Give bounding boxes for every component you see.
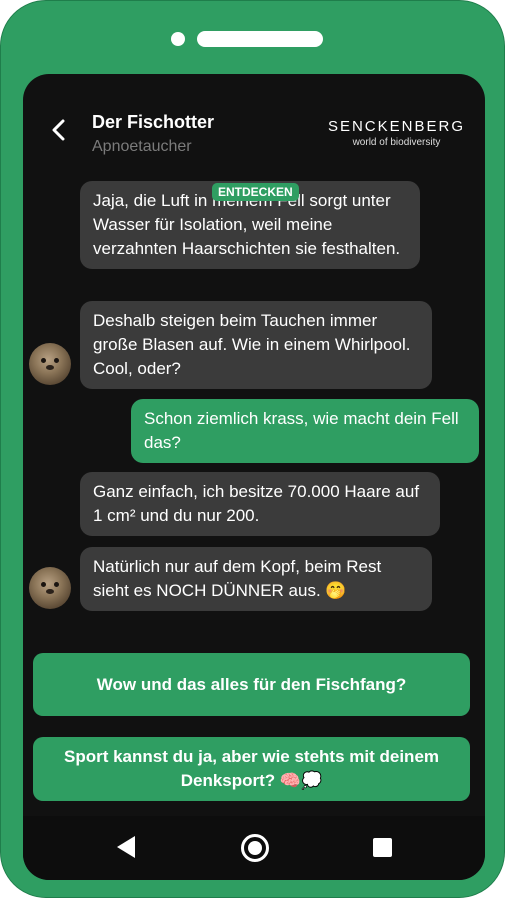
- avatar-eye: [41, 358, 46, 363]
- emoji-hand-over-mouth-icon: 🤭: [325, 581, 347, 601]
- reply-choice-button[interactable]: Sport kannst du ja, aber wie stehts mit …: [33, 737, 470, 801]
- message-text: Schon ziemlich krass, wie macht dein Fel…: [144, 409, 459, 452]
- message-bubble: Natürlich nur auf dem Kopf, beim Rest si…: [80, 547, 432, 611]
- message-bubble: Deshalb steigen beim Tauchen immer große…: [80, 301, 432, 389]
- speaker-grille: [197, 31, 323, 47]
- phone-frame: Der Fischotter Apnoetaucher SENCKENBERG …: [0, 0, 505, 898]
- message-text: Jaja, die Luft in meinem Fell sorgt unte…: [93, 191, 401, 258]
- navigation-bar: [23, 816, 485, 880]
- avatar-eye: [41, 582, 46, 587]
- reply-choice-text: Sport kannst du ja, aber wie stehts mit …: [63, 747, 440, 791]
- front-camera: [171, 32, 185, 46]
- avatar-eye: [54, 582, 59, 587]
- chevron-left-icon[interactable]: [47, 118, 71, 142]
- message-bubble: Ganz einfach, ich besitze 70.000 Haare a…: [80, 472, 440, 536]
- otter-avatar: [29, 567, 71, 609]
- logo-tagline: world of biodiversity: [352, 137, 441, 148]
- message-text: Deshalb steigen beim Tauchen immer große…: [93, 311, 411, 378]
- chat-title: Der Fischotter: [92, 112, 215, 132]
- discover-badge[interactable]: ENTDECKEN: [212, 183, 299, 201]
- brain-thought-icon: 🧠💭: [279, 771, 323, 791]
- chat-subtitle: Apnoetaucher: [92, 138, 192, 155]
- message-text: Ganz einfach, ich besitze 70.000 Haare a…: [93, 482, 420, 525]
- logo-main-text: SENCKENBERG: [327, 118, 465, 135]
- avatar-nose: [46, 589, 54, 594]
- avatar-eye: [54, 358, 59, 363]
- senckenberg-logo: SENCKENBERG world of biodiversity: [328, 118, 465, 148]
- reply-choice-text: Wow und das alles für den Fischfang?: [96, 674, 407, 694]
- message-bubble-user: Schon ziemlich krass, wie macht dein Fel…: [131, 399, 479, 463]
- avatar-nose: [46, 365, 54, 370]
- reply-choice-button[interactable]: Wow und das alles für den Fischfang?: [33, 653, 470, 716]
- chat-screen: Der Fischotter Apnoetaucher SENCKENBERG …: [23, 74, 485, 880]
- circle-home-icon[interactable]: [241, 834, 269, 862]
- square-recent-icon[interactable]: [373, 838, 392, 857]
- otter-avatar: [29, 343, 71, 385]
- triangle-back-icon[interactable]: [117, 836, 135, 858]
